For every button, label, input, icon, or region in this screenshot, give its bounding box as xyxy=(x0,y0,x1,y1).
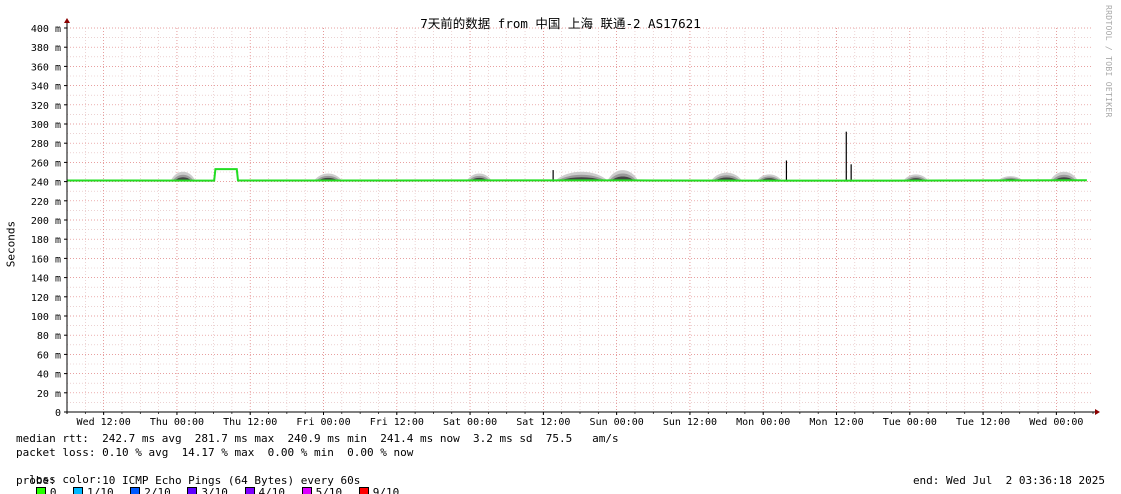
loss-color-swatch xyxy=(187,487,198,494)
loss-color-text: 4/10 xyxy=(258,486,286,494)
x-tick-label: Fri 00:00 xyxy=(296,417,350,428)
y-tick-label: 60 m xyxy=(37,350,61,361)
y-tick-label: 160 m xyxy=(31,254,61,265)
smokeping-graph: { "chart_data": { "type": "area", "title… xyxy=(0,0,1121,494)
y-tick-label: 260 m xyxy=(31,158,61,169)
loss-color-swatch xyxy=(358,487,369,494)
y-axis-label: Seconds xyxy=(4,220,18,268)
loss-color-text: 5/10 xyxy=(315,486,343,494)
loss-color-swatches: 0 1/10 2/10 3/10 4/10 5/10 9/10 xyxy=(29,486,409,494)
x-tick-label: Wed 00:00 xyxy=(1029,417,1083,428)
x-tick-label: Wed 12:00 xyxy=(77,417,131,428)
x-tick-label: Sun 00:00 xyxy=(590,417,644,428)
x-tick-label: Tue 00:00 xyxy=(883,417,937,428)
loss-color-swatch xyxy=(130,487,141,494)
y-tick-label: 280 m xyxy=(31,139,61,150)
y-tick-label: 220 m xyxy=(31,197,61,208)
loss-color-swatch xyxy=(35,487,46,494)
probe-info: probe: 10 ICMP Echo Pings (64 Bytes) eve… xyxy=(16,474,361,487)
y-tick-label: 360 m xyxy=(31,62,61,73)
y-tick-label: 340 m xyxy=(31,82,61,93)
loss-color-entry: 3/10 xyxy=(187,486,228,494)
rrdtool-watermark: RRDTOOL / TOBI OETIKER xyxy=(1104,5,1113,118)
x-tick-label: Thu 00:00 xyxy=(150,417,204,428)
y-tick-label: 200 m xyxy=(31,216,61,227)
y-tick-label: 320 m xyxy=(31,101,61,112)
loss-color-entry: 5/10 xyxy=(301,486,343,494)
loss-color-entry: 1/10 xyxy=(73,486,114,494)
rtt-plot: 400 m380 m360 m340 m320 m300 m280 m260 m… xyxy=(31,18,1100,428)
loss-color-entry: 2/10 xyxy=(130,486,171,494)
loss-color-text: 9/10 xyxy=(372,486,400,494)
end-time: end: Wed Jul 2 03:36:18 2025 xyxy=(912,474,1105,487)
loss-color-entry: 0 xyxy=(35,486,57,494)
loss-color-text: 2/10 xyxy=(144,486,171,494)
loss-color-swatch xyxy=(301,487,312,494)
x-tick-label: Mon 00:00 xyxy=(736,417,790,428)
x-tick-label: Sun 12:00 xyxy=(663,417,717,428)
y-tick-label: 20 m xyxy=(37,389,61,400)
loss-color-text: 3/10 xyxy=(201,486,228,494)
x-axis-arrow xyxy=(1095,409,1100,415)
y-tick-label: 120 m xyxy=(31,293,61,304)
y-tick-label: 380 m xyxy=(31,43,61,54)
loss-color-swatch xyxy=(73,487,84,494)
x-tick-label: Tue 12:00 xyxy=(956,417,1010,428)
y-tick-label: 40 m xyxy=(37,370,61,381)
loss-color-entry: 9/10 xyxy=(358,486,400,494)
loss-color-swatch xyxy=(244,487,255,494)
chart-title: 7天前的数据 from 中国 上海 联通-2 AS17621 xyxy=(420,16,701,31)
y-tick-label: 300 m xyxy=(31,120,61,131)
loss-color-entry: 4/10 xyxy=(244,486,286,494)
x-tick-label: Mon 12:00 xyxy=(809,417,863,428)
packet-loss-stats: packet loss: 0.10 % avg 14.17 % max 0.00… xyxy=(16,446,414,459)
y-tick-label: 140 m xyxy=(31,274,61,285)
x-tick-label: Sat 12:00 xyxy=(516,417,570,428)
loss-color-text: 0 xyxy=(49,486,57,494)
x-tick-label: Sat 00:00 xyxy=(443,417,497,428)
y-tick-label: 0 xyxy=(55,408,61,419)
y-tick-label: 80 m xyxy=(37,331,61,342)
loss-color-text: 1/10 xyxy=(87,486,114,494)
median-rtt-stats: median rtt: 242.7 ms avg 281.7 ms max 24… xyxy=(16,432,619,445)
y-tick-label: 240 m xyxy=(31,178,61,189)
y-tick-label: 180 m xyxy=(31,235,61,246)
x-tick-label: Fri 12:00 xyxy=(370,417,424,428)
x-tick-label: Thu 12:00 xyxy=(223,417,277,428)
y-tick-label: 100 m xyxy=(31,312,61,323)
